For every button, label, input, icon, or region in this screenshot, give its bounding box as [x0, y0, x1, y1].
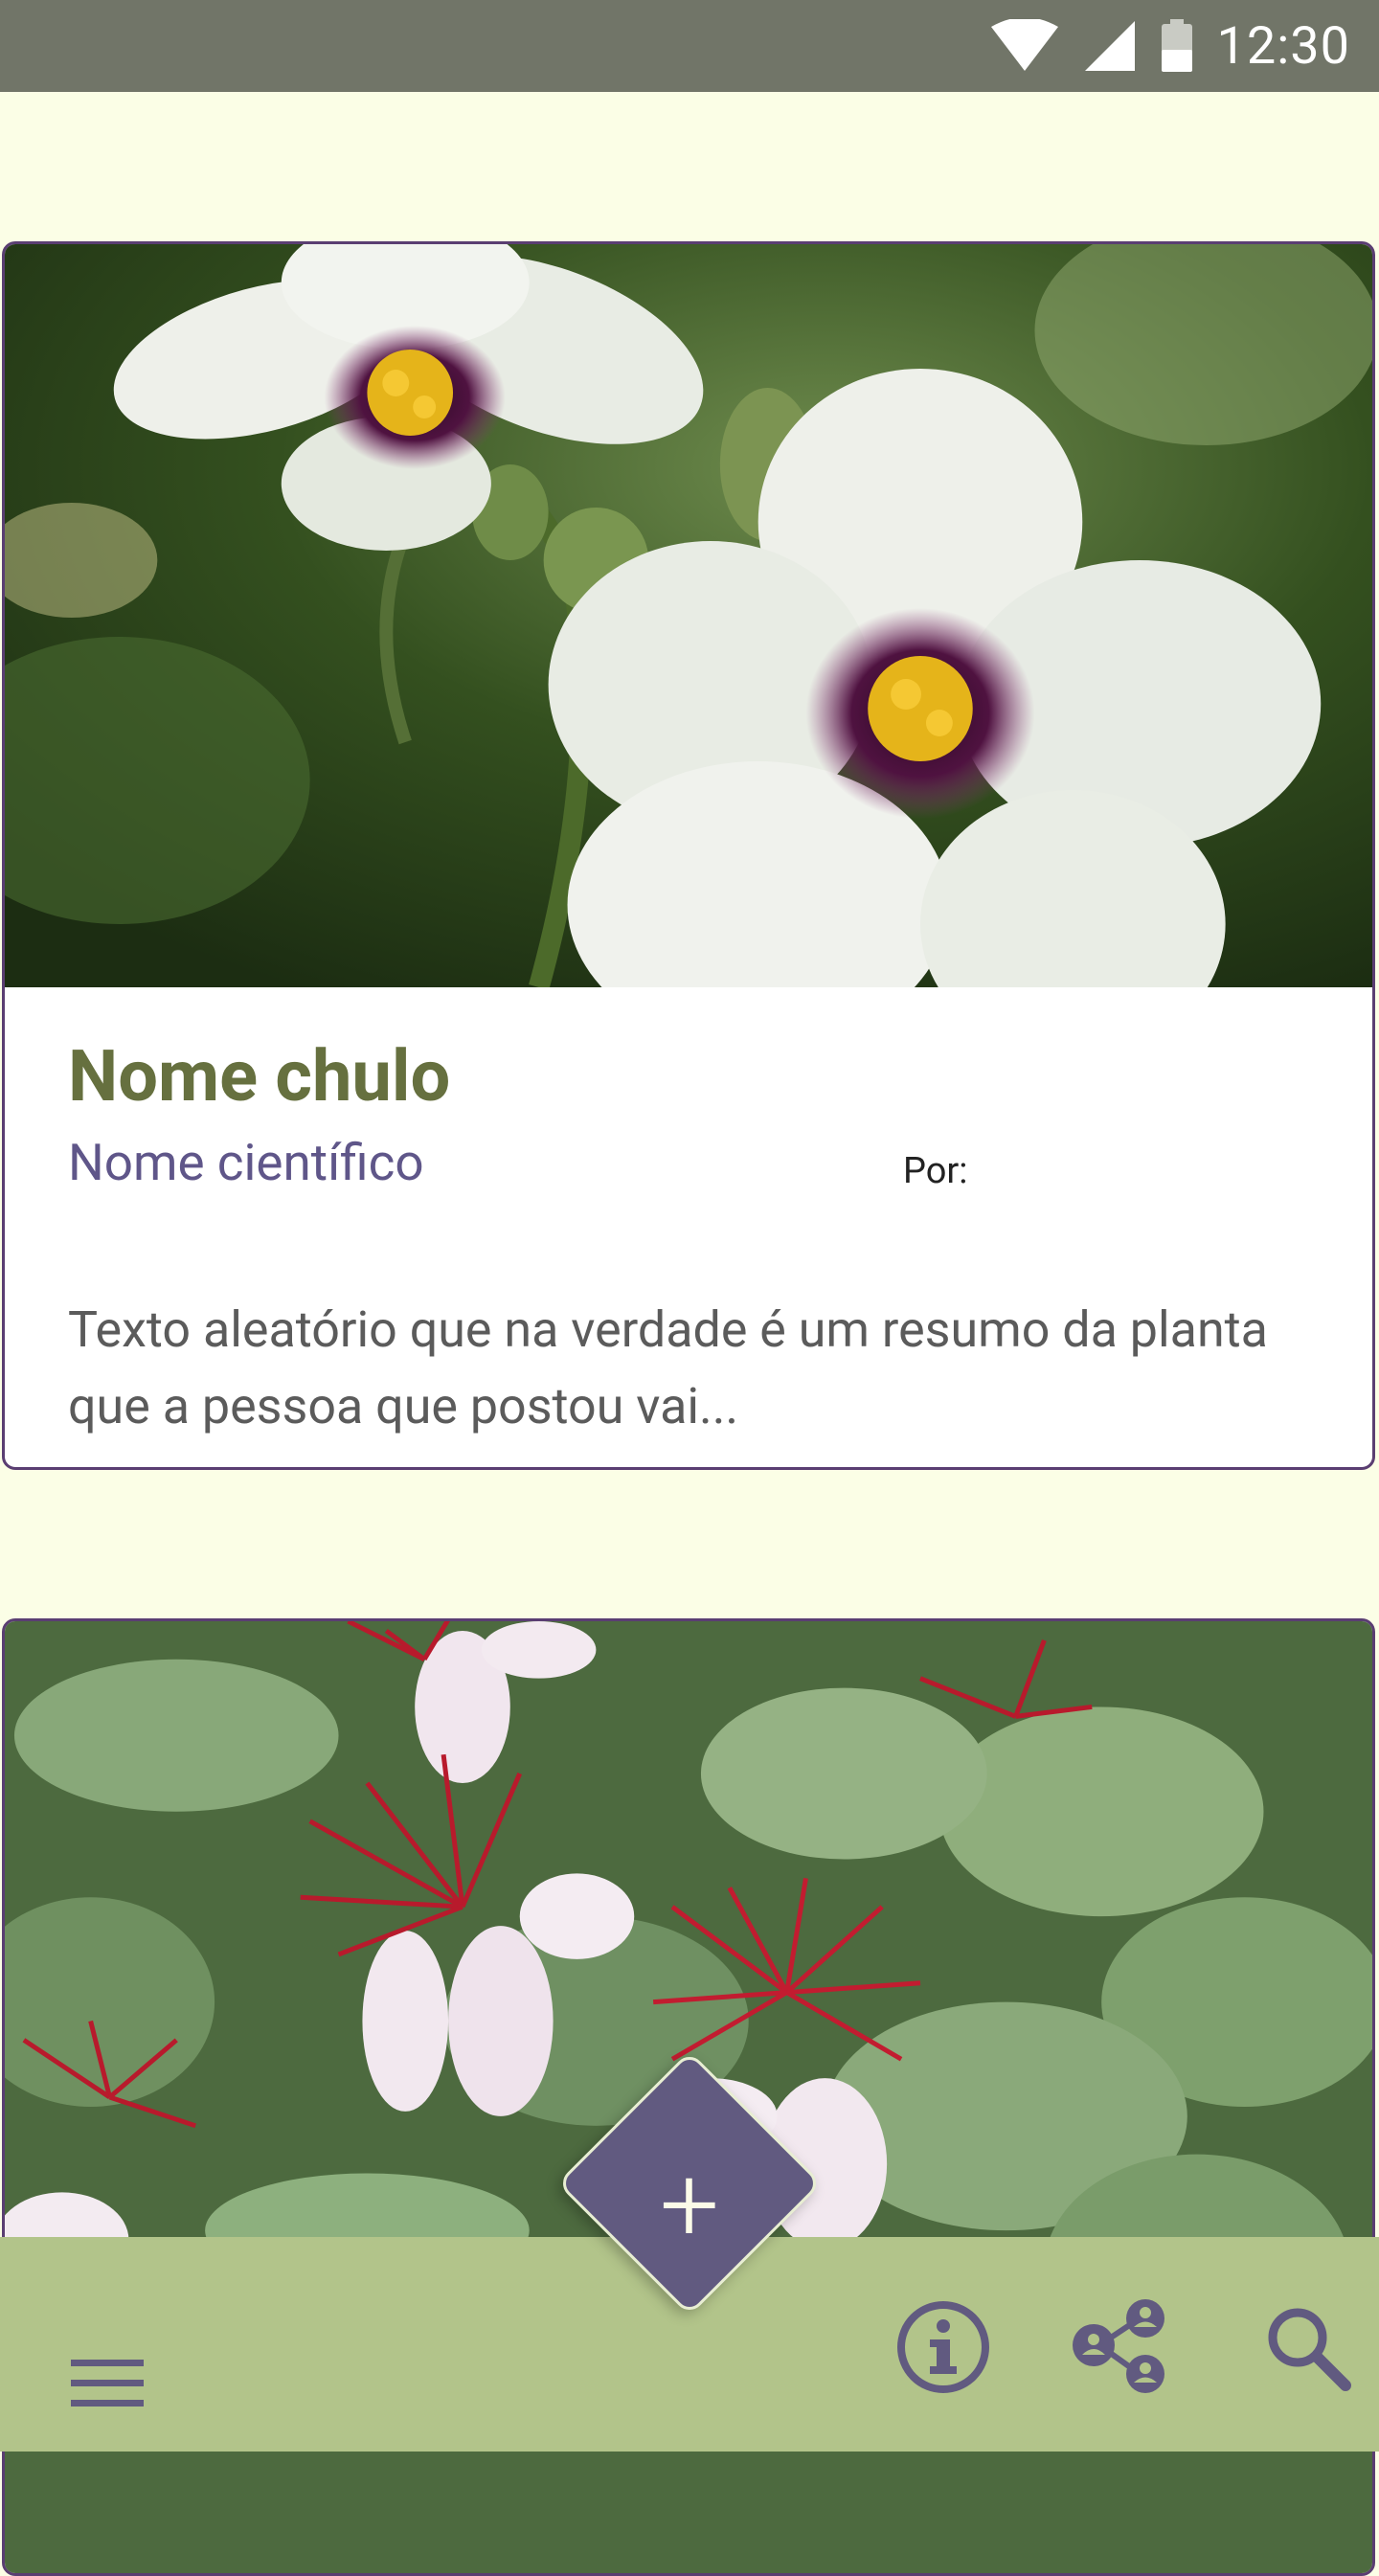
status-bar: 12:30	[0, 0, 1379, 92]
status-time: 12:30	[1216, 15, 1350, 77]
community-icon	[1073, 2299, 1164, 2393]
search-icon	[1268, 2308, 1351, 2391]
info-button[interactable]	[891, 2294, 996, 2400]
battery-icon	[1161, 19, 1192, 72]
menu-button[interactable]	[57, 2333, 157, 2432]
plant-scientific-name: Nome científico	[68, 1133, 424, 1192]
plant-photo-white-hibiscus	[5, 244, 1372, 987]
plant-description: Texto aleatório que na verdade é um resu…	[68, 1300, 1268, 1435]
plant-card[interactable]: Nome chulo Nome científico Por: Texto al…	[2, 241, 1375, 1470]
wifi-icon	[990, 19, 1058, 71]
search-button[interactable]	[1255, 2294, 1360, 2400]
plant-card-body: Nome chulo Nome científico Por: Texto al…	[5, 987, 1372, 1467]
community-button[interactable]	[1068, 2294, 1173, 2400]
menu-icon	[71, 2360, 144, 2407]
plant-common-name: Nome chulo	[68, 1035, 451, 1119]
author-label: Por:	[903, 1150, 968, 1192]
info-icon	[897, 2301, 989, 2393]
cell-signal-icon	[1084, 21, 1135, 71]
